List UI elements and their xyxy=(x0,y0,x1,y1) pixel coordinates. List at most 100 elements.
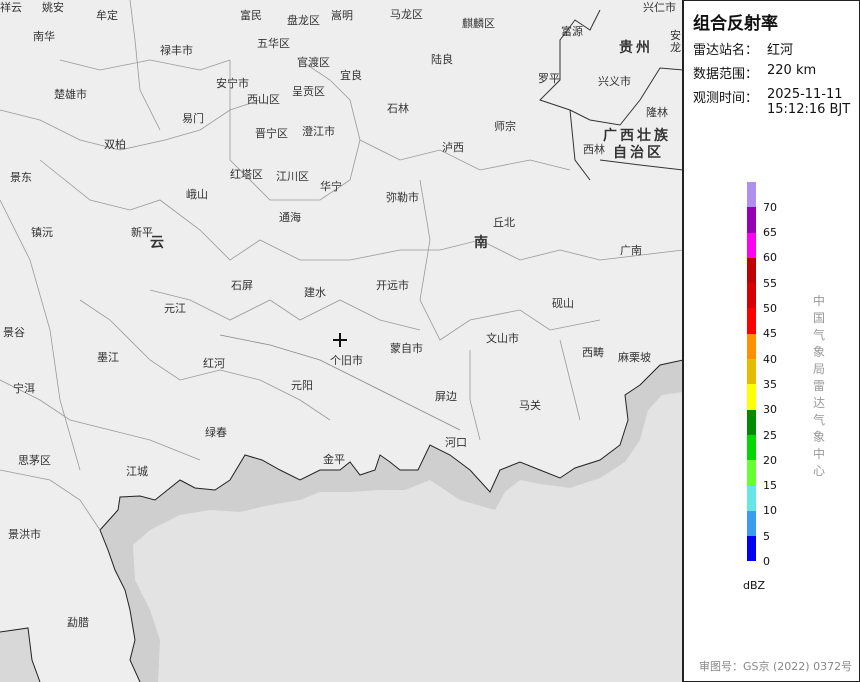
place-label: 墨江 xyxy=(97,351,119,364)
place-label: 开远市 xyxy=(376,279,409,292)
place-label: 禄丰市 xyxy=(160,44,193,57)
legend-color-swatch xyxy=(747,536,756,562)
legend-tick-label: 40 xyxy=(763,352,777,366)
legend-color-swatch xyxy=(747,333,756,360)
range-value: 220 km xyxy=(767,63,817,78)
place-label: 楚雄市 xyxy=(54,88,87,101)
place-label: 易门 xyxy=(182,112,204,125)
place-label: 富民 xyxy=(240,9,262,22)
legend-tick-label: 45 xyxy=(763,327,777,341)
map-approval-number: 审图号：GS京 (2022) 0372号 xyxy=(699,660,853,673)
place-label: 西林 xyxy=(583,143,605,156)
place-label: 嵩明 xyxy=(331,9,353,22)
legend-tick-label: 25 xyxy=(763,428,777,442)
place-label: 屏边 xyxy=(435,390,457,403)
place-label: 罗平 xyxy=(538,72,560,85)
place-label: 江城 xyxy=(126,465,148,478)
place-label: 广南 xyxy=(620,244,642,257)
place-label: 陆良 xyxy=(431,53,453,66)
place-label: 弥勒市 xyxy=(386,191,419,204)
legend-tick-label: 0 xyxy=(763,555,770,568)
time-row: 观测时间： 2025-11-11 15:12:16 BJT xyxy=(693,87,850,117)
dbz-color-legend xyxy=(747,182,756,562)
place-label: 麒麟区 xyxy=(462,17,495,30)
place-label: 绿春 xyxy=(205,426,227,439)
foreign-territory-west xyxy=(0,628,40,682)
radar-map[interactable]: 贵州 广西壮族 自治区 云 南 祥云 姚安 牟定 南华 禄丰市 富民 盘龙区 嵩明 马龙区 麒麟区… xyxy=(0,0,683,682)
place-label: 隆林 xyxy=(646,106,668,119)
station-row: 雷达站名： 红河 xyxy=(693,39,793,58)
place-label: 西畴 xyxy=(582,346,604,359)
place-label: 蒙自市 xyxy=(390,342,423,355)
place-label: 富源 xyxy=(561,25,583,38)
place-label: 宁洱 xyxy=(13,382,35,395)
legend-color-swatch xyxy=(747,384,756,410)
place-label: 师宗 xyxy=(494,120,516,133)
info-panel: 组合反射率 雷达站名： 红河 数据范围： 220 km 观测时间： 2025-11-1… xyxy=(683,0,860,682)
place-label: 个旧市 xyxy=(330,354,363,367)
time-value: 2025-11-11 15:12:16 BJT xyxy=(767,87,850,117)
radar-station-marker xyxy=(333,333,347,347)
place-label: 马龙区 xyxy=(390,8,423,21)
legend-unit: dBZ xyxy=(743,579,766,592)
red-river-fault xyxy=(219,334,461,431)
legend-tick-label: 55 xyxy=(763,276,777,290)
place-label: 景东 xyxy=(10,171,32,184)
legend-color-swatch xyxy=(747,207,756,233)
range-label: 数据范围： xyxy=(693,67,759,82)
place-label: 盘龙区 xyxy=(287,14,320,27)
place-label: 马关 xyxy=(519,399,541,412)
legend-color-swatch xyxy=(747,308,756,334)
place-label: 新平 xyxy=(131,226,153,239)
place-label: 南华 xyxy=(33,30,55,43)
time-date: 2025-11-11 xyxy=(767,87,843,102)
place-label: 河口 xyxy=(445,436,467,449)
station-value: 红河 xyxy=(767,43,794,58)
place-label: 安宁市 xyxy=(216,77,249,90)
place-label: 丘北 xyxy=(493,216,515,229)
range-row: 数据范围： 220 km xyxy=(693,63,816,82)
legend-color-swatch xyxy=(747,182,756,208)
place-label: 澄江市 xyxy=(302,125,335,138)
legend-color-swatch xyxy=(747,485,756,511)
crosshair-icon-bar xyxy=(333,339,347,341)
legend-color-swatch xyxy=(747,460,756,486)
legend-tick-label: 10 xyxy=(763,504,777,518)
legend-tick-label: 35 xyxy=(763,377,777,391)
legend-tick-label: 50 xyxy=(763,302,777,315)
place-label: 元阳 xyxy=(291,379,313,392)
legend-color-swatch xyxy=(747,257,756,284)
place-label: 文山市 xyxy=(486,332,519,345)
legend-tick-label: 20 xyxy=(763,453,777,467)
place-label: 五华区 xyxy=(257,37,290,50)
place-label: 呈贡区 xyxy=(292,85,325,98)
place-label: 勐腊 xyxy=(67,616,89,629)
place-label: 牟定 xyxy=(96,9,118,22)
place-label: 江川区 xyxy=(276,170,309,183)
place-label: 景谷 xyxy=(3,326,25,339)
place-label: 姚安 xyxy=(42,1,64,14)
place-label: 峨山 xyxy=(186,188,208,201)
place-label: 泸西 xyxy=(442,141,464,154)
place-label: 西山区 xyxy=(247,93,280,106)
province-label: 广西壮族 xyxy=(603,128,671,144)
place-label: 砚山 xyxy=(552,297,574,310)
legend-color-swatch xyxy=(747,434,756,461)
legend-color-swatch xyxy=(747,359,756,385)
legend-tick-label: 5 xyxy=(763,529,770,543)
province-label: 自治区 xyxy=(613,145,664,161)
place-label: 红塔区 xyxy=(230,168,263,181)
legend-tick-label: 30 xyxy=(763,403,777,417)
legend-tick-label: 15 xyxy=(763,479,777,493)
legend-color-swatch xyxy=(747,232,756,258)
province-label: 南 xyxy=(474,235,491,251)
legend-color-swatch xyxy=(747,283,756,309)
place-label: 元江 xyxy=(164,302,186,315)
legend-tick-label: 60 xyxy=(763,251,777,265)
place-label: 麻栗坡 xyxy=(618,351,651,364)
place-label: 红河 xyxy=(203,357,225,370)
place-label: 金平 xyxy=(323,453,345,466)
place-label: 通海 xyxy=(279,211,301,224)
product-title: 组合反射率 xyxy=(693,14,778,34)
place-label: 华宁 xyxy=(320,180,342,193)
